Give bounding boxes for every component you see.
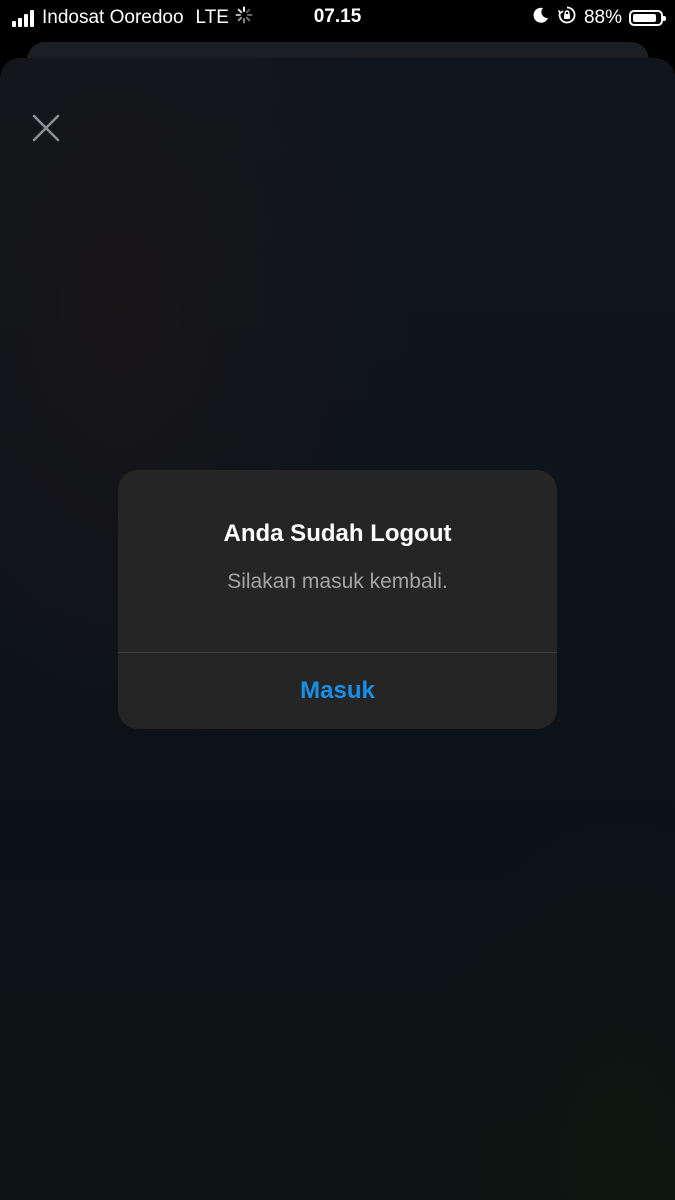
alert-message: Silakan masuk kembali. xyxy=(227,570,448,593)
alert-title: Anda Sudah Logout xyxy=(223,520,452,547)
battery-percent: 88% xyxy=(583,7,622,28)
close-icon xyxy=(32,114,60,142)
close-button[interactable] xyxy=(30,112,62,144)
battery-fill xyxy=(633,14,656,22)
battery-tip xyxy=(663,16,666,21)
logout-alert-dialog: Anda Sudah Logout Silakan masuk kembali.… xyxy=(118,470,557,729)
status-bar: Indosat Ooredoo LTE 07.15 88% xyxy=(0,0,675,36)
login-button[interactable]: Masuk xyxy=(118,653,557,729)
battery-icon xyxy=(629,10,666,26)
moon-icon xyxy=(532,6,550,30)
status-right: 88% xyxy=(532,5,666,31)
rotation-lock-icon xyxy=(557,5,577,31)
